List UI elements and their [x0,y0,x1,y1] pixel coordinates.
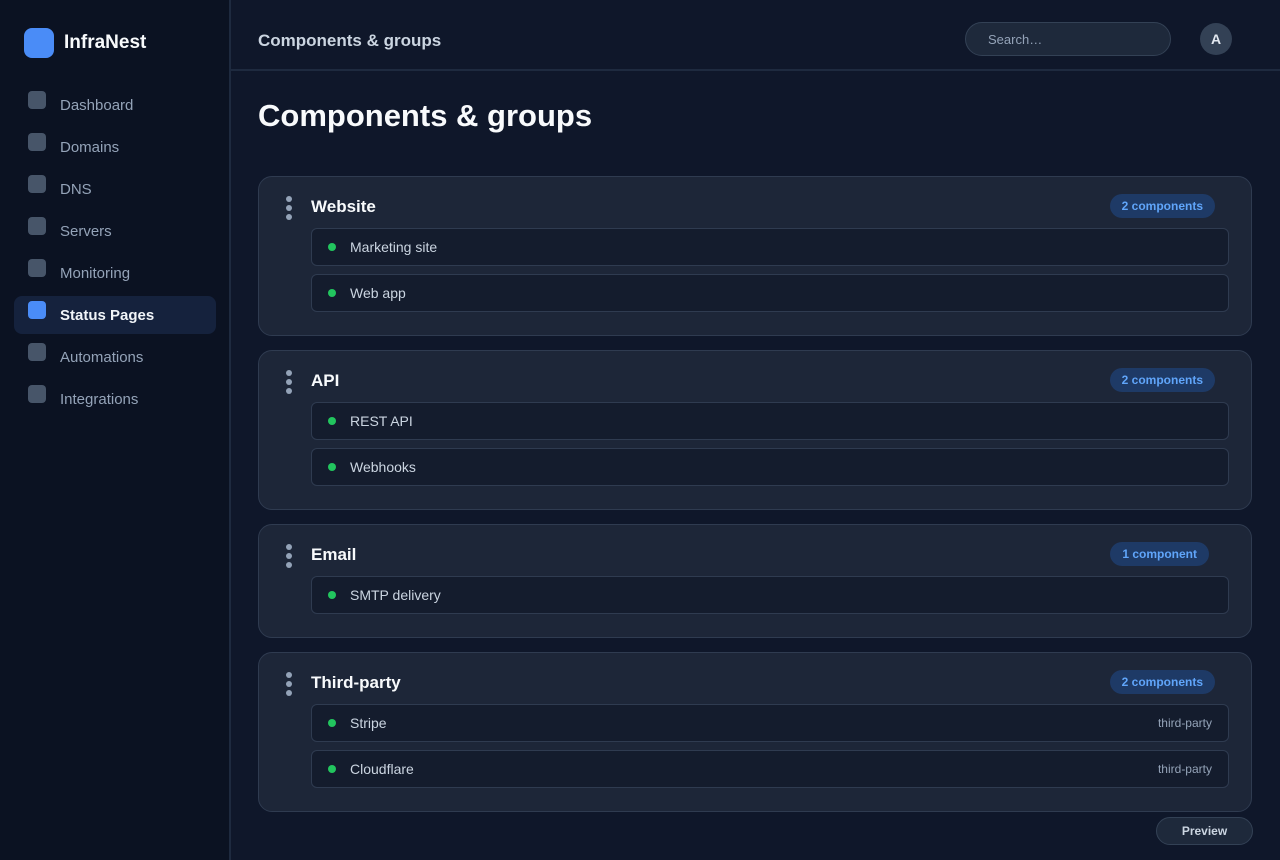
drag-handle-icon[interactable] [285,672,293,696]
domains-icon [28,133,46,151]
servers-icon [28,217,46,235]
component-row-smtp-delivery[interactable]: SMTP delivery [311,576,1229,614]
drag-handle-icon[interactable] [285,544,293,568]
component-name: Cloudflare [350,761,414,777]
sidebar-item-label: DNS [60,180,92,198]
sidebar-item-status-pages[interactable]: Status Pages [14,296,216,334]
drag-handle-icon[interactable] [285,370,293,394]
component-list: Stripe third-party Cloudflare third-part… [311,704,1229,796]
status-dot-icon [328,243,336,251]
topbar: Components & groups A [231,0,1280,71]
sidebar-item-servers[interactable]: Servers [14,212,216,250]
app-root: InfraNest Dashboard Domains DNS Servers … [0,0,1280,860]
component-name: SMTP delivery [350,587,441,603]
page-title: Components & groups [258,98,593,133]
brand-name: InfraNest [64,32,147,53]
avatar[interactable]: A [1200,23,1232,55]
preview-button[interactable]: Preview [1156,817,1253,845]
sidebar-item-label: Automations [60,348,144,366]
status-dot-icon [328,591,336,599]
component-row-cloudflare[interactable]: Cloudflare third-party [311,750,1229,788]
sidebar-item-label: Servers [60,222,112,240]
search-input[interactable] [965,22,1171,56]
sidebar-item-label: Status Pages [60,306,155,324]
component-row-web-app[interactable]: Web app [311,274,1229,312]
component-name: Marketing site [350,239,438,255]
dns-icon [28,175,46,193]
group-name: API [311,371,340,390]
component-list: SMTP delivery [311,576,1229,622]
component-list: Marketing site Web app [311,228,1229,320]
sidebar-item-dns[interactable]: DNS [14,170,216,208]
component-count-badge: 2 components [1109,368,1215,392]
sidebar-item-automations[interactable]: Automations [14,338,216,376]
sidebar-item-label: Domains [60,138,120,156]
component-row-rest-api[interactable]: REST API [311,402,1229,440]
component-tag: third-party [1157,716,1212,730]
sidebar-nav: Dashboard Domains DNS Servers Monitoring… [14,86,216,422]
component-tag: third-party [1157,762,1212,776]
status-dot-icon [328,417,336,425]
brand[interactable]: InfraNest [24,28,146,58]
automations-icon [28,343,46,361]
main-content: Components & groups A Components & group… [231,0,1280,860]
group-name: Email [311,545,357,564]
sidebar-item-monitoring[interactable]: Monitoring [14,254,216,292]
component-name: REST API [350,413,413,429]
component-count-badge: 2 components [1109,670,1215,694]
group-card-email: Email 1 component SMTP delivery [258,524,1252,638]
status-dot-icon [328,765,336,773]
status-dot-icon [328,719,336,727]
group-card-third-party: Third-party 2 components Stripe third-pa… [258,652,1252,812]
component-name: Stripe [350,715,387,731]
sidebar-item-label: Dashboard [60,96,134,114]
component-name: Webhooks [350,459,416,475]
group-name: Website [311,197,376,216]
component-list: REST API Webhooks [311,402,1229,494]
status-dot-icon [328,289,336,297]
component-row-marketing-site[interactable]: Marketing site [311,228,1229,266]
component-row-stripe[interactable]: Stripe third-party [311,704,1229,742]
sidebar-item-label: Monitoring [60,264,131,282]
group-name: Third-party [311,673,401,692]
status-pages-icon [28,301,46,319]
component-row-webhooks[interactable]: Webhooks [311,448,1229,486]
sidebar-item-integrations[interactable]: Integrations [14,380,216,418]
group-card-api: API 2 components REST API Webhooks [258,350,1252,510]
component-count-badge: 2 components [1109,194,1215,218]
brand-logo-icon [24,28,54,58]
sidebar-item-domains[interactable]: Domains [14,128,216,166]
monitoring-icon [28,259,46,277]
dashboard-icon [28,91,46,109]
sidebar-item-label: Integrations [60,390,139,408]
sidebar: InfraNest Dashboard Domains DNS Servers … [0,0,231,860]
drag-handle-icon[interactable] [285,196,293,220]
component-count-badge: 1 component [1110,542,1209,566]
status-dot-icon [328,463,336,471]
topbar-title: Components & groups [258,31,442,50]
group-card-website: Website 2 components Marketing site Web … [258,176,1252,336]
sidebar-item-dashboard[interactable]: Dashboard [14,86,216,124]
integrations-icon [28,385,46,403]
component-name: Web app [350,285,406,301]
